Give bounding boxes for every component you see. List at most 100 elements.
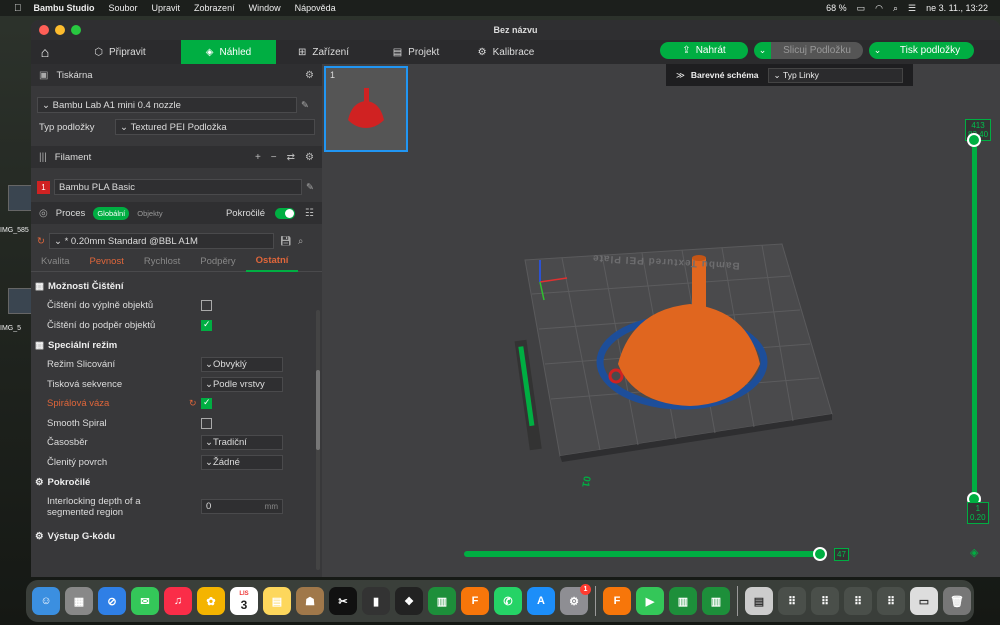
list-view-icon[interactable]: ☷ <box>305 208 314 219</box>
tab-speed[interactable]: Rychlost <box>134 252 190 272</box>
trash-icon[interactable]: 🗑︎ <box>943 587 971 615</box>
printer-select[interactable]: ⌄ Bambu Lab A1 mini 0.4 nozzle <box>37 97 297 113</box>
numbers-recent-icon-2[interactable]: ▥ <box>702 587 730 615</box>
color-scheme-select[interactable]: ⌄ Typ Linky <box>768 67 904 83</box>
slice-dropdown-arrow[interactable]: ⌄ <box>754 42 771 59</box>
layer-slider[interactable] <box>972 140 977 498</box>
save-icon[interactable]: 💾︎ <box>280 236 292 247</box>
apple-icon[interactable]:  <box>14 3 22 14</box>
menu-view[interactable]: Zobrazení <box>194 3 235 13</box>
slicing-mode-select[interactable]: ⌄ Obvyklý <box>201 357 283 373</box>
add-filament-icon[interactable]: + <box>255 152 261 163</box>
tab-supports[interactable]: Podpěry <box>190 252 245 272</box>
photos-icon[interactable]: ✿ <box>197 587 225 615</box>
tab-device[interactable]: ⊞ Zařízení <box>276 40 371 64</box>
battery-icon[interactable]: ▭ <box>857 3 866 14</box>
menubar-clock[interactable]: ne 3. 11., 13:22 <box>926 3 988 13</box>
control-center-icon[interactable]: ☰ <box>908 3 916 14</box>
facetime-icon[interactable]: ▶ <box>636 587 664 615</box>
menu-edit[interactable]: Upravit <box>152 3 181 13</box>
remove-filament-icon[interactable]: − <box>271 152 277 163</box>
edit-printer-icon[interactable]: ✎ <box>301 100 309 111</box>
launchpad-icon[interactable]: ▦ <box>65 587 93 615</box>
timelapse-select[interactable]: ⌄ Tradiční <box>201 435 283 451</box>
plate-type-label: Typ podložky <box>39 121 95 133</box>
print-sequence-select[interactable]: ⌄ Podle vrstvy <box>201 376 283 392</box>
tab-calibration[interactable]: ⚙ Kalibrace <box>461 40 551 64</box>
3d-preview-viewport[interactable]: Bambu Textured PEI Plate 01 1 ≫ Barevné … <box>322 64 1000 577</box>
move-slider-handle[interactable] <box>813 547 827 561</box>
special-mode-header: ▦ Speciální režim <box>31 335 322 355</box>
upload-button[interactable]: ⇪ Nahrát <box>660 42 748 59</box>
numbers-recent-icon[interactable]: ▥ <box>669 587 697 615</box>
window-preview-icon[interactable]: ▭ <box>910 587 938 615</box>
flush-into-support-checkbox[interactable] <box>201 319 212 331</box>
reset-icon[interactable]: ↻ <box>37 236 45 247</box>
filament-select[interactable]: Bambu PLA Basic <box>54 179 302 195</box>
calendar-day: 3 <box>240 598 248 612</box>
filament-settings-icon[interactable]: ⚙ <box>305 152 314 163</box>
process-profile-select[interactable]: ⌄ * 0.20mm Standard @BBL A1M <box>48 233 274 249</box>
capcut-icon[interactable]: ✂ <box>329 587 357 615</box>
layers-toggle-icon[interactable]: ◈ <box>970 546 978 559</box>
folder-icon[interactable]: ⠿ <box>877 587 905 615</box>
flush-into-infill-checkbox[interactable] <box>201 300 212 312</box>
fusion-icon[interactable]: F <box>461 587 489 615</box>
global-toggle[interactable]: Globální <box>93 206 130 220</box>
tab-project[interactable]: ▤ Projekt <box>371 40 461 64</box>
reset-icon[interactable]: ↻ <box>189 398 197 409</box>
whatsapp-icon[interactable]: ✆ <box>494 587 522 615</box>
folder-icon[interactable]: ⠿ <box>811 587 839 615</box>
music-icon[interactable]: ♫ <box>164 587 192 615</box>
system-settings-icon[interactable]: ⚙ 1 <box>560 584 591 615</box>
menu-app-name[interactable]: Bambu Studio <box>34 3 95 13</box>
advanced-toggle[interactable] <box>275 207 296 219</box>
finder-icon[interactable]: ☺ <box>32 587 60 615</box>
search-icon[interactable]: ⌕ <box>893 3 898 14</box>
plate-type-select[interactable]: ⌄ Textured PEI Podložka <box>115 119 315 135</box>
notes-icon[interactable]: ▤ <box>263 587 291 615</box>
tab-strength[interactable]: Pevnost <box>80 252 134 272</box>
edit-filament-icon[interactable]: ✎ <box>306 182 314 193</box>
interlock-depth-input[interactable]: 0 mm <box>201 499 283 514</box>
print-dropdown-arrow[interactable]: ⌄ <box>869 42 886 59</box>
search-settings-icon[interactable]: ⌕ <box>298 236 303 247</box>
plate-thumbnail[interactable]: 1 <box>324 66 408 152</box>
calendar-icon[interactable]: LIS 3 <box>230 587 258 615</box>
printer-settings-icon[interactable]: ⚙ <box>305 70 314 81</box>
tab-quality[interactable]: Kvalita <box>31 252 80 272</box>
smooth-spiral-checkbox[interactable] <box>201 417 212 429</box>
app-store-icon[interactable]: A <box>527 587 555 615</box>
settings-scrollbar[interactable] <box>316 310 320 570</box>
move-slider[interactable] <box>464 551 820 557</box>
home-icon[interactable]: ⌂ <box>31 40 59 64</box>
wifi-icon[interactable]: ◠ <box>875 3 883 14</box>
contacts-icon[interactable]: ☗ <box>296 587 324 615</box>
document-icon[interactable]: ▤ <box>745 587 773 615</box>
filament-sync-icon[interactable]: ⇄ <box>287 152 295 163</box>
menu-help[interactable]: Nápověda <box>295 3 336 13</box>
main-navbar: ⌂ ⬡ Připravit ◈ Náhled ⊞ Zařízení ▤ Proj… <box>31 40 1000 64</box>
print-plate-button[interactable]: Tisk podložky <box>886 42 974 59</box>
tab-preview[interactable]: ◈ Náhled <box>181 40 276 64</box>
safari-icon[interactable]: ⊘ <box>98 587 126 615</box>
slice-plate-button[interactable]: Slicuj Podložku <box>771 42 863 59</box>
tab-others[interactable]: Ostatní <box>245 252 299 272</box>
folder-icon[interactable]: ⠿ <box>844 587 872 615</box>
app-icon[interactable]: ▮ <box>362 587 390 615</box>
filament-slot-badge[interactable]: 1 <box>37 180 50 194</box>
fuzzy-skin-select[interactable]: ⌄ Žádné <box>201 454 283 470</box>
davinci-icon[interactable]: ❖ <box>395 587 423 615</box>
numbers-icon[interactable]: ▥ <box>428 587 456 615</box>
menu-window[interactable]: Window <box>249 3 281 13</box>
messages-icon[interactable]: ✉ <box>131 587 159 615</box>
tab-prepare[interactable]: ⬡ Připravit <box>59 40 181 64</box>
spiral-vase-checkbox[interactable] <box>201 397 212 410</box>
objects-toggle[interactable]: Objekty <box>137 209 162 218</box>
layer-slider-top-handle[interactable] <box>967 133 981 147</box>
collapse-icon[interactable]: ≫ <box>676 70 685 81</box>
mac-menubar:  Bambu Studio Soubor Upravit Zobrazení … <box>0 0 1000 16</box>
menu-file[interactable]: Soubor <box>109 3 138 13</box>
fusion-recent-icon[interactable]: F <box>603 587 631 615</box>
folder-icon[interactable]: ⠿ <box>778 587 806 615</box>
